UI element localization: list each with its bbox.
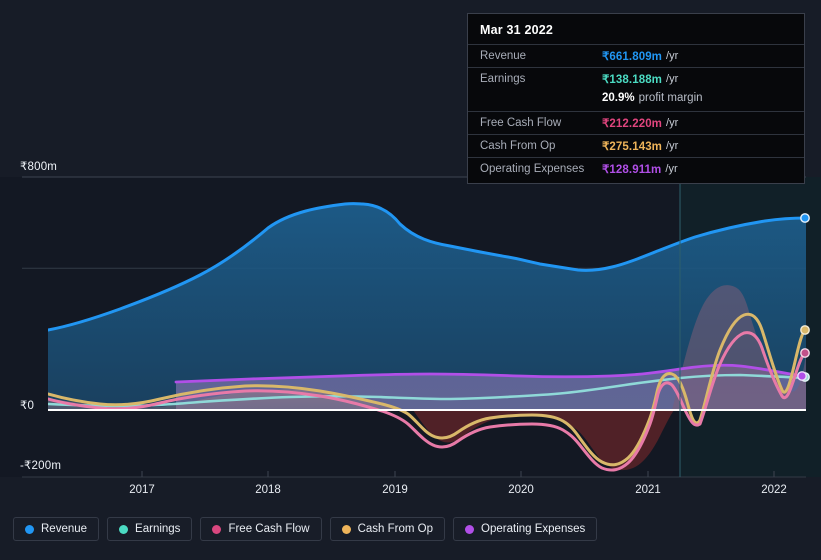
legend-item-revenue[interactable]: Revenue	[13, 517, 100, 541]
x-axis-label-2019: 2019	[382, 484, 408, 496]
tooltip-label-earnings: Earnings	[480, 73, 526, 85]
legend-item-earnings[interactable]: Earnings	[107, 517, 193, 541]
tooltip-unit-operating-expenses: /yr	[665, 163, 678, 175]
endpoint-cash-from-op	[800, 325, 810, 335]
legend-label-operating-expenses: Operating Expenses	[481, 523, 586, 535]
tooltip-label-free-cash-flow: Free Cash Flow	[480, 117, 562, 129]
tooltip-unit-earnings: /yr	[666, 73, 679, 85]
tooltip-row-operating-expenses: Operating Expenses ₹128.911m /yr	[468, 157, 804, 180]
legend-label-free-cash-flow: Free Cash Flow	[228, 523, 310, 535]
legend-item-cash-from-op[interactable]: Cash From Op	[329, 517, 446, 541]
legend-dot-cash-from-op-icon	[341, 524, 351, 534]
x-axis-label-2017: 2017	[129, 484, 155, 496]
chart-tooltip: Mar 31 2022 Revenue ₹661.809m /yr Earnin…	[467, 13, 805, 184]
endpoint-free-cash-flow	[800, 348, 810, 358]
x-axis-label-2020: 2020	[508, 484, 534, 496]
y-axis-label-0: ₹0	[20, 400, 35, 412]
chart-legend: Revenue Earnings Free Cash Flow Cash Fro…	[13, 517, 598, 541]
tooltip-row-profit-margin: 20.9% profit margin	[468, 90, 804, 111]
endpoint-operating-expenses	[797, 371, 807, 381]
legend-dot-free-cash-flow-icon	[212, 524, 222, 534]
legend-label-revenue: Revenue	[41, 523, 88, 535]
tooltip-value-earnings: ₹138.188m	[602, 74, 663, 86]
tooltip-value-revenue: ₹661.809m	[602, 51, 663, 63]
y-axis-label-neg200m: -₹200m	[20, 460, 62, 472]
tooltip-unit-cash-from-op: /yr	[666, 140, 679, 152]
y-axis-label-800m: ₹800m	[20, 161, 58, 173]
tooltip-value-operating-expenses: ₹128.911m	[602, 164, 662, 176]
x-axis-label-2022: 2022	[761, 484, 787, 496]
endpoint-revenue	[800, 213, 810, 223]
tooltip-row-free-cash-flow: Free Cash Flow ₹212.220m /yr	[468, 111, 804, 134]
tooltip-label-cash-from-op: Cash From Op	[480, 140, 556, 152]
tooltip-value-cash-from-op: ₹275.143m	[602, 141, 663, 153]
x-axis-label-2021: 2021	[635, 484, 661, 496]
tooltip-value-free-cash-flow: ₹212.220m	[602, 118, 663, 130]
tooltip-text-profit-margin: profit margin	[638, 92, 703, 104]
tooltip-unit-free-cash-flow: /yr	[666, 117, 679, 129]
legend-label-earnings: Earnings	[135, 523, 181, 535]
x-axis-label-2018: 2018	[255, 484, 281, 496]
tooltip-unit-revenue: /yr	[666, 50, 679, 62]
tooltip-row-earnings: Earnings ₹138.188m /yr	[468, 67, 804, 90]
tooltip-value-profit-margin: 20.9%	[602, 92, 635, 104]
legend-dot-operating-expenses-icon	[465, 524, 475, 534]
tooltip-label-operating-expenses: Operating Expenses	[480, 163, 585, 175]
tooltip-row-cash-from-op: Cash From Op ₹275.143m /yr	[468, 134, 804, 157]
tooltip-row-revenue: Revenue ₹661.809m /yr	[468, 44, 804, 67]
tooltip-label-revenue: Revenue	[480, 50, 527, 62]
legend-item-operating-expenses[interactable]: Operating Expenses	[453, 517, 598, 541]
legend-dot-earnings-icon	[119, 524, 129, 534]
legend-item-free-cash-flow[interactable]: Free Cash Flow	[200, 517, 322, 541]
legend-dot-revenue-icon	[25, 524, 34, 534]
financial-chart-page: ₹800m ₹0 -₹200m 2017 2018 2019 2020 2021…	[0, 0, 821, 560]
legend-label-cash-from-op: Cash From Op	[357, 523, 434, 535]
tooltip-date: Mar 31 2022	[480, 23, 554, 37]
